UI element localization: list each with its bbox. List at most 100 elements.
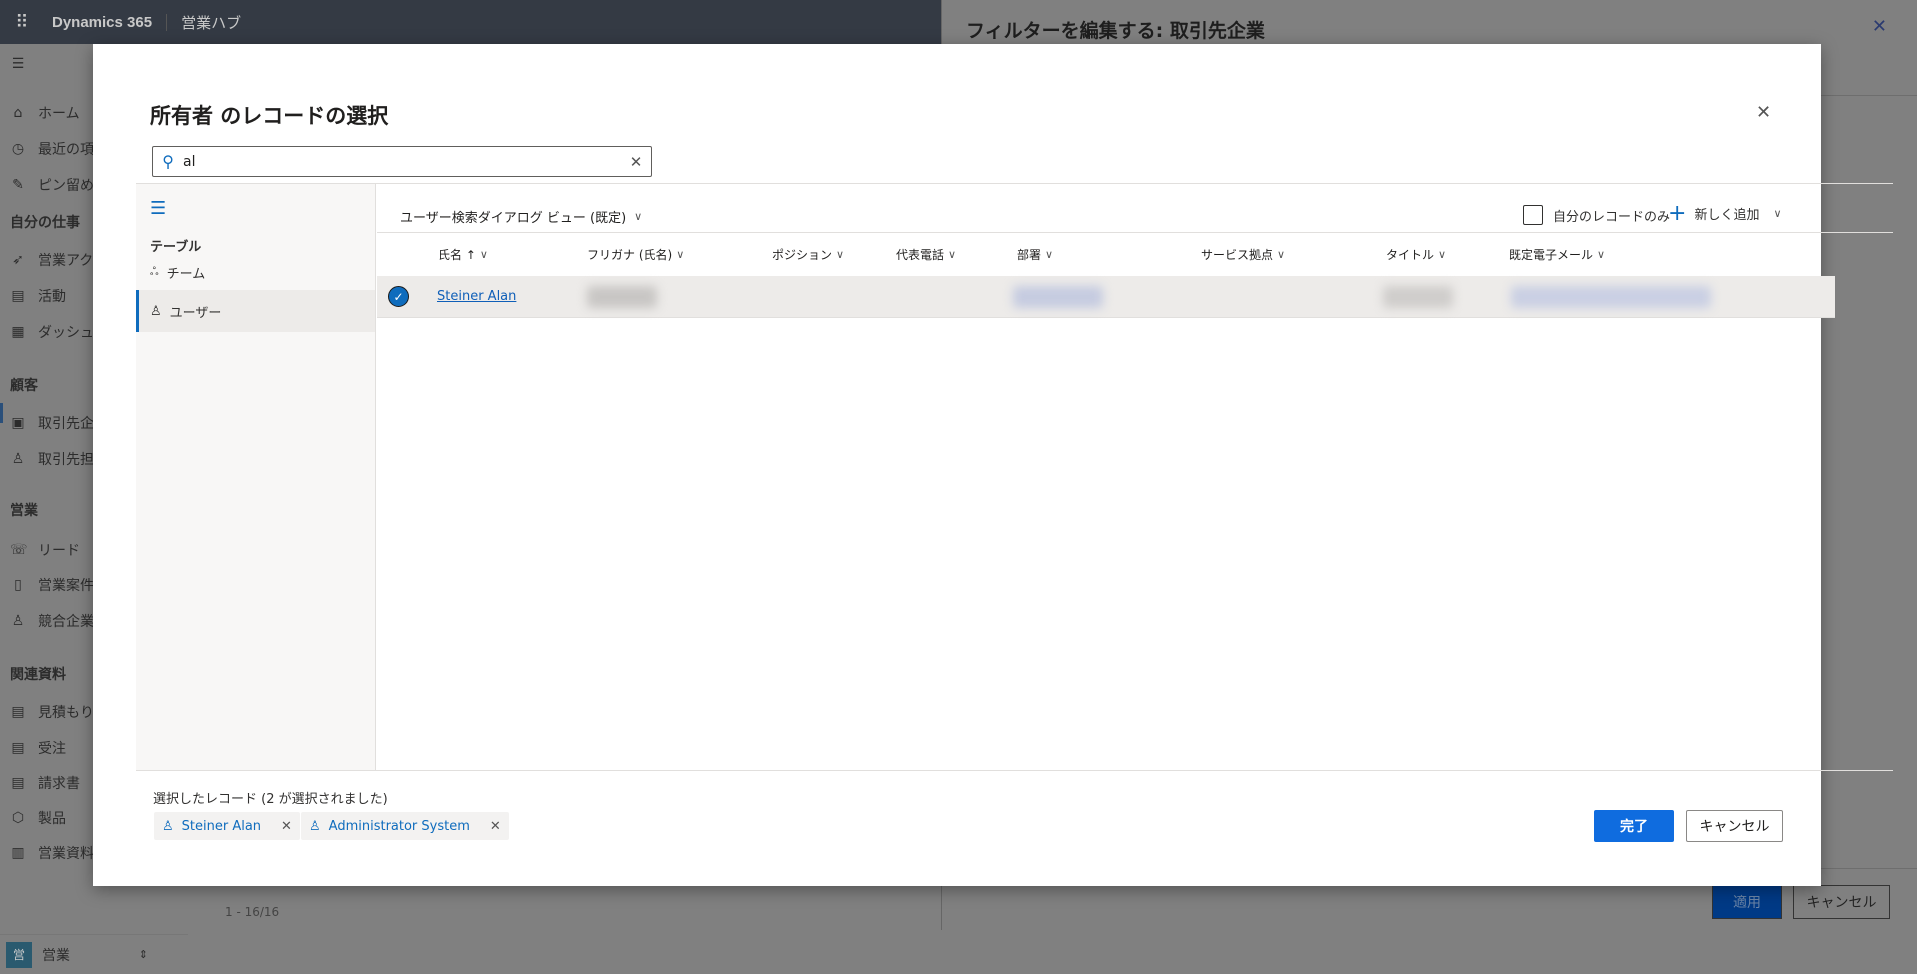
apply-button[interactable]: 適用	[1712, 885, 1782, 919]
sidebar-item-label: 受注	[38, 741, 66, 757]
chevron-down-icon: ∨	[479, 248, 488, 261]
sidebar-item-label: ホーム	[38, 106, 80, 122]
column-header[interactable]: 代表電話 ∨	[896, 246, 956, 263]
close-icon[interactable]: ✕	[1756, 102, 1771, 123]
sidebar-item-label: リード	[38, 543, 80, 559]
app-launcher-icon[interactable]: ⠿	[0, 12, 44, 33]
area-switcher[interactable]: 営 営業 ⇕	[0, 934, 188, 974]
chevron-down-icon: ∨	[676, 248, 685, 261]
redacted-cell	[1383, 286, 1453, 308]
sidebar-item[interactable]: ▤ 受注	[10, 738, 66, 758]
cancel-button[interactable]: キャンセル	[1686, 810, 1783, 842]
lookup-dialog: 所有者 のレコードの選択 ✕ ⚲ ✕ ☰ テーブル ஃ チーム ♙ ユーザー ユ…	[93, 44, 1893, 886]
team-icon: ஃ	[150, 264, 159, 278]
user-icon: ♙	[162, 818, 174, 834]
hamburger-icon[interactable]: ☰	[10, 56, 26, 72]
area-badge: 営	[6, 941, 32, 968]
sidebar-item-label: 見積もり	[38, 705, 94, 721]
invoice-icon: ▤	[11, 775, 25, 791]
column-header-label: タイトル	[1386, 248, 1435, 262]
search-input[interactable]	[183, 153, 621, 170]
column-header[interactable]: タイトル ∨	[1386, 246, 1446, 263]
phone-icon: ☏	[10, 542, 28, 558]
competitor-icon: ♙	[11, 613, 25, 629]
sidebar-item-label: ピン留め	[38, 178, 94, 194]
column-header[interactable]: フリガナ (氏名) ∨	[587, 246, 684, 263]
column-header-label: 氏名 ↑	[438, 248, 476, 262]
remove-icon[interactable]: ✕	[490, 819, 501, 834]
sidebar-item[interactable]: ⌂ ホーム	[10, 103, 80, 123]
row-name-link[interactable]: Steiner Alan	[437, 289, 516, 304]
sidebar-item-label: 営業資料	[38, 846, 94, 862]
column-header-label: 代表電話	[896, 248, 945, 262]
sidebar-item[interactable]: ▤ 請求書	[10, 773, 80, 793]
column-header[interactable]: ポジション ∨	[772, 246, 844, 263]
sidebar-group-heading: 営業	[10, 503, 38, 519]
view-selector[interactable]: ユーザー検索ダイアログ ビュー (既定) ∨	[400, 207, 642, 226]
sidebar-item[interactable]: ♙ 競合企業	[10, 611, 94, 631]
filter-panel-title: フィルターを編集する: 取引先企業	[966, 20, 1265, 42]
order-icon: ▤	[11, 740, 25, 756]
brand[interactable]: Dynamics 365	[44, 13, 168, 31]
user-icon: ♙	[150, 303, 162, 319]
chevron-down-icon: ∨	[948, 248, 957, 261]
opportunity-icon: ▯	[14, 577, 22, 593]
chip-label: Administrator System	[328, 818, 470, 834]
row-checked-icon[interactable]: ✓	[388, 286, 409, 307]
table-item-team[interactable]: ஃ チーム	[136, 251, 375, 293]
divider	[136, 770, 1893, 771]
sidebar-item[interactable]: ▯ 営業案件	[10, 575, 94, 595]
done-button[interactable]: 完了	[1594, 810, 1674, 842]
add-new-button[interactable]: + 新しく追加 ∨	[1668, 202, 1782, 224]
redacted-cell	[1511, 286, 1711, 308]
table-pane: ☰ テーブル ஃ チーム ♙ ユーザー	[136, 184, 376, 770]
view-label: ユーザー検索ダイアログ ビュー (既定)	[400, 211, 627, 226]
table-row[interactable]: ✓ Steiner Alan	[377, 276, 1835, 318]
sidebar-item[interactable]: ▥ 営業資料	[10, 843, 94, 863]
sidebar-item[interactable]: ✎ ピン留め	[10, 175, 94, 195]
column-header[interactable]: 既定電子メール ∨	[1509, 246, 1605, 263]
chevron-down-icon: ∨	[1597, 248, 1606, 261]
app-name[interactable]: 営業ハブ	[167, 12, 241, 33]
my-records-only-checkbox[interactable]: 自分のレコードのみ	[1523, 205, 1670, 225]
selected-records-label: 選択したレコード (2 が選択されました)	[153, 792, 388, 807]
sidebar-item[interactable]: ▤ 活動	[10, 286, 66, 306]
hamburger-icon[interactable]: ☰	[150, 198, 166, 219]
column-header[interactable]: 氏名 ↑ ∨	[438, 246, 488, 263]
selected-chip[interactable]: ♙ Steiner Alan ✕	[154, 812, 300, 840]
sidebar-item-label: 競合企業	[38, 614, 94, 630]
selected-indicator	[0, 403, 3, 423]
pin-icon: ✎	[12, 177, 24, 193]
pager-text: 1 - 16/16	[225, 905, 280, 919]
add-new-label: 新しく追加	[1694, 208, 1760, 223]
column-header[interactable]: 部署 ∨	[1017, 246, 1053, 263]
sidebar-group-heading: 顧客	[10, 378, 38, 394]
user-icon: ♙	[309, 818, 321, 834]
checkbox-box[interactable]	[1523, 205, 1543, 225]
sidebar-item[interactable]: ⬡ 製品	[10, 808, 66, 828]
search-icon: ⚲	[162, 152, 174, 171]
chip-label: Steiner Alan	[181, 818, 262, 834]
column-header[interactable]: サービス拠点 ∨	[1201, 246, 1285, 263]
remove-icon[interactable]: ✕	[281, 819, 292, 834]
sidebar-item[interactable]: ▤ 見積もり	[10, 702, 94, 722]
sidebar-item-label: 製品	[38, 811, 66, 827]
top-bar: ⠿ Dynamics 365 営業ハブ	[0, 0, 941, 44]
selected-chip[interactable]: ♙ Administrator System ✕	[301, 812, 509, 840]
chevron-updown-icon: ⇕	[138, 948, 148, 961]
chevron-down-icon: ∨	[1438, 248, 1447, 261]
clear-icon[interactable]: ✕	[621, 153, 651, 171]
chevron-down-icon[interactable]: ∨	[1773, 207, 1781, 220]
divider	[136, 183, 1893, 184]
clipboard-icon: ▤	[11, 288, 25, 304]
column-header-label: ポジション	[772, 248, 833, 262]
panel-cancel-button[interactable]: キャンセル	[1793, 885, 1890, 919]
sidebar-item[interactable]: ☏ リード	[10, 540, 80, 560]
close-icon[interactable]: ✕	[1872, 16, 1887, 37]
area-label: 営業	[42, 947, 70, 964]
table-item-user[interactable]: ♙ ユーザー	[136, 290, 375, 332]
sidebar-group-heading: 関連資料	[10, 667, 66, 683]
document-icon: ▥	[11, 845, 25, 861]
dashboard-icon: ▦	[11, 324, 25, 340]
sidebar-group-heading: 自分の仕事	[10, 215, 80, 231]
